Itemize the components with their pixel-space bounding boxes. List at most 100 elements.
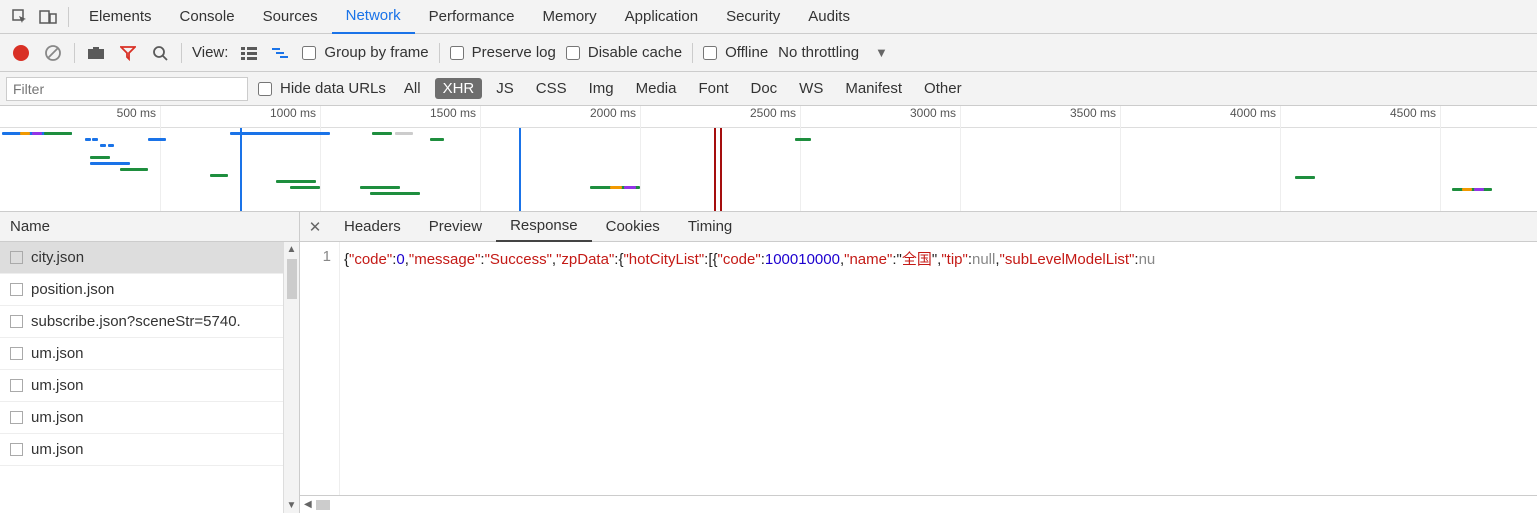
offline-label: Offline	[725, 44, 768, 61]
hide-data-urls-label: Hide data URLs	[280, 80, 386, 97]
filter-type-xhr[interactable]: XHR	[435, 78, 483, 99]
record-icon[interactable]	[10, 42, 32, 64]
timeline-tick: 4000 ms	[1230, 106, 1280, 120]
file-icon	[10, 283, 23, 296]
requests-header[interactable]: Name	[0, 212, 299, 242]
disable-cache-checkbox[interactable]: Disable cache	[566, 44, 682, 61]
timeline-tick: 1000 ms	[270, 106, 320, 120]
large-rows-icon[interactable]	[238, 42, 260, 64]
request-row[interactable]: um.json	[0, 338, 299, 370]
tab-memory[interactable]: Memory	[529, 0, 611, 34]
tab-performance[interactable]: Performance	[415, 0, 529, 34]
search-icon[interactable]	[149, 42, 171, 64]
detail-tab-headers[interactable]: Headers	[330, 212, 415, 242]
detail-tabbar: ✕ HeadersPreviewResponseCookiesTiming	[300, 212, 1537, 242]
token-cjk: 全国	[902, 251, 932, 268]
filter-type-manifest[interactable]: Manifest	[837, 78, 910, 99]
scrollbar-horizontal[interactable]: ◀	[300, 495, 1537, 513]
filter-bar: Hide data URLs All XHRJS CSS Img MediaFont Do…	[0, 72, 1537, 106]
filter-input[interactable]	[6, 77, 248, 101]
filter-type-doc[interactable]: Doc	[742, 78, 785, 99]
filter-type-font[interactable]: Font	[690, 78, 736, 99]
request-row[interactable]: subscribe.json?sceneStr=5740.	[0, 306, 299, 338]
timeline-tick: 4500 ms	[1390, 106, 1440, 120]
disable-cache-label: Disable cache	[588, 44, 682, 61]
timeline-tick: 3500 ms	[1070, 106, 1120, 120]
scrollbar-vertical[interactable]: ▲ ▼	[283, 242, 299, 513]
token-brace: ",	[932, 251, 942, 268]
clear-icon[interactable]	[42, 42, 64, 64]
requests-list: city.json position.json subscribe.json?sce…	[0, 242, 299, 513]
group-by-frame-label: Group by frame	[324, 44, 428, 61]
detail-tab-cookies[interactable]: Cookies	[592, 212, 674, 242]
file-icon	[10, 347, 23, 360]
group-by-frame-checkbox[interactable]: Group by frame	[302, 44, 428, 61]
filter-type-img[interactable]: Img	[581, 78, 622, 99]
scroll-thumb[interactable]	[287, 259, 297, 299]
tab-network[interactable]: Network	[332, 0, 415, 34]
response-code: {"code":0,"message":"Success","zpData":{…	[340, 242, 1537, 495]
offline-checkbox[interactable]: Offline	[703, 44, 768, 61]
scroll-down-icon[interactable]: ▼	[287, 498, 297, 513]
token-key: "code"	[349, 251, 392, 268]
token-brace: :"	[892, 251, 902, 268]
token-key: "subLevelModelList"	[1000, 251, 1135, 268]
request-name: position.json	[31, 281, 114, 298]
token-num: 100010000	[765, 251, 840, 268]
detail-tab-preview[interactable]: Preview	[415, 212, 496, 242]
scroll-up-icon[interactable]: ▲	[287, 242, 297, 257]
file-icon	[10, 379, 23, 392]
filter-icon[interactable]	[117, 42, 139, 64]
response-body[interactable]: 1 {"code":0,"message":"Success","zpData"…	[300, 242, 1537, 495]
token-null: nu	[1139, 251, 1156, 268]
tab-security[interactable]: Security	[712, 0, 794, 34]
timeline-tick: 2500 ms	[750, 106, 800, 120]
timeline-tick: 500 ms	[117, 106, 160, 120]
timeline-overview[interactable]: 500 ms1000 ms1500 ms2000 ms2500 ms3000 m…	[0, 106, 1537, 212]
close-icon[interactable]: ✕	[300, 218, 330, 236]
request-row[interactable]: um.json	[0, 370, 299, 402]
request-name: um.json	[31, 377, 84, 394]
throttling-select[interactable]: No throttling	[778, 44, 859, 61]
device-toggle-icon[interactable]	[34, 3, 62, 31]
tab-application[interactable]: Application	[611, 0, 712, 34]
filter-type-other[interactable]: Other	[916, 78, 970, 99]
timeline-tick: 2000 ms	[590, 106, 640, 120]
preserve-log-checkbox[interactable]: Preserve log	[450, 44, 556, 61]
token-brace: :[{	[704, 251, 717, 268]
separator	[181, 43, 182, 63]
token-key: "name"	[844, 251, 892, 268]
scroll-thumb[interactable]	[316, 500, 330, 510]
token-key: "zpData"	[556, 251, 614, 268]
token-null: null	[972, 251, 995, 268]
file-icon	[10, 411, 23, 424]
tab-sources[interactable]: Sources	[249, 0, 332, 34]
chevron-down-icon[interactable]: ▼	[869, 45, 894, 60]
filter-type-ws[interactable]: WS	[791, 78, 831, 99]
request-row[interactable]: city.json	[0, 242, 299, 274]
line-number: 1	[323, 248, 331, 265]
filter-type-all[interactable]: All	[396, 78, 429, 99]
file-icon	[10, 315, 23, 328]
capture-screenshots-icon[interactable]	[85, 42, 107, 64]
request-name: city.json	[31, 249, 84, 266]
waterfall-area	[0, 128, 1537, 211]
inspect-icon[interactable]	[6, 3, 34, 31]
request-row[interactable]: um.json	[0, 434, 299, 466]
hide-data-urls-checkbox[interactable]: Hide data URLs	[258, 80, 386, 97]
filter-type-js[interactable]: JS	[488, 78, 522, 99]
filter-type-media[interactable]: Media	[628, 78, 685, 99]
waterfall-view-icon[interactable]	[270, 42, 292, 64]
scroll-left-icon[interactable]: ◀	[304, 499, 312, 510]
detail-tab-response[interactable]: Response	[496, 212, 592, 242]
request-row[interactable]: um.json	[0, 402, 299, 434]
view-label: View:	[192, 44, 228, 61]
detail-tab-timing[interactable]: Timing	[674, 212, 746, 242]
request-row[interactable]: position.json	[0, 274, 299, 306]
filter-type-css[interactable]: CSS	[528, 78, 575, 99]
tab-console[interactable]: Console	[166, 0, 249, 34]
separator	[692, 43, 693, 63]
tab-elements[interactable]: Elements	[75, 0, 166, 34]
tab-audits[interactable]: Audits	[794, 0, 864, 34]
split-view: Name city.json position.json subscribe.jso…	[0, 212, 1537, 513]
